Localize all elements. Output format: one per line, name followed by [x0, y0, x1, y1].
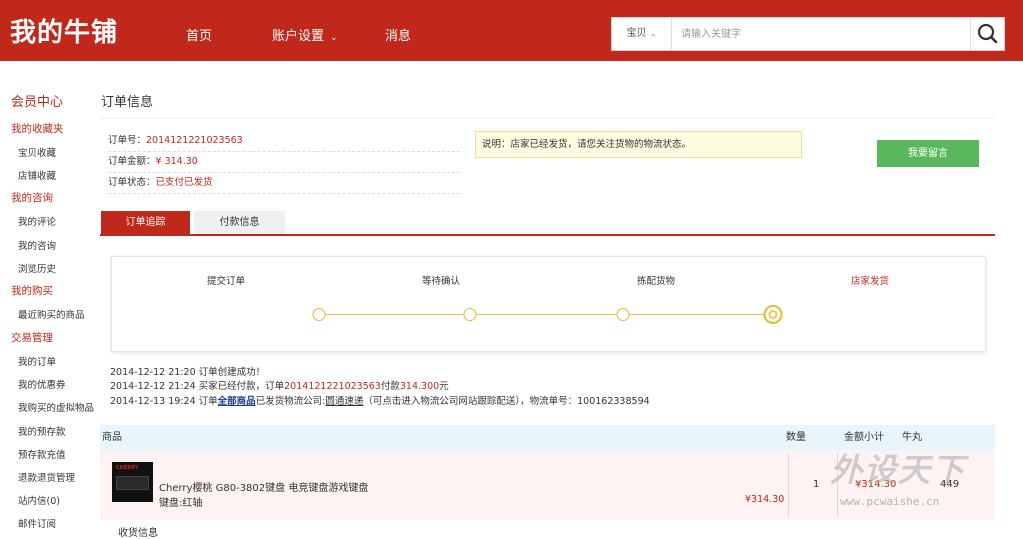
tracking-log-shipped: 2014-12-13 19:24 订单全部商品已发货物流公司:圆通速递（可点击进… — [110, 393, 650, 407]
chevron-down-icon: ⌄ — [649, 29, 657, 38]
nav-account-settings[interactable]: 账户设置 ⌄ — [272, 25, 338, 44]
nav-messages[interactable]: 消息 — [385, 25, 411, 44]
sidebar-item-shop-favorites[interactable]: 店铺收藏 — [18, 168, 56, 182]
col-header-qty: 数量 — [786, 432, 806, 443]
sidebar-title: 会员中心 — [11, 95, 64, 110]
search-bar: 宝贝 ⌄ — [611, 17, 1005, 51]
step-label-submit: 提交订单 — [206, 276, 246, 287]
progress-line — [319, 314, 772, 315]
order-number: 2014121221023563 — [146, 135, 243, 146]
sidebar-item-email-subscription[interactable]: 邮件订阅 — [18, 516, 56, 530]
sidebar-section-trade[interactable]: 交易管理 — [11, 330, 53, 345]
col-header-niuwan: 牛丸 — [902, 432, 922, 443]
log-text: 2014-12-13 19:24 订单 — [110, 396, 218, 407]
sidebar-item-deposit-recharge[interactable]: 预存款充值 — [18, 447, 66, 461]
progress-dot-picking — [616, 308, 630, 321]
sidebar-item-my-orders[interactable]: 我的订单 — [18, 354, 56, 368]
order-amount: ¥ 314.30 — [155, 156, 198, 167]
progress-dot-shipped-current — [763, 305, 783, 324]
nav-account-label: 账户设置 — [272, 29, 325, 44]
top-header: 我的牛铺 首页 账户设置 ⌄ 消息 宝贝 ⌄ — [0, 0, 1023, 61]
log-text: 已发货物流公司: — [255, 396, 326, 407]
product-spec: 键盘:红轴 — [159, 498, 203, 509]
tracking-log-paid: 2014-12-12 21:24 买家已经付款，订单20141212210235… — [110, 378, 449, 392]
step-label-confirm: 等待确认 — [421, 276, 461, 287]
chevron-down-icon: ⌄ — [330, 33, 338, 43]
sidebar-item-my-reviews[interactable]: 我的评论 — [18, 214, 56, 228]
divider — [788, 453, 789, 517]
tab-order-tracking[interactable]: 订单追踪 — [101, 211, 190, 235]
sidebar-section-favorites[interactable]: 我的收藏夹 — [11, 121, 64, 136]
sidebar-section-inquiries[interactable]: 我的咨询 — [11, 190, 53, 205]
search-type-label: 宝贝 — [626, 28, 647, 39]
order-status: 已支付已发货 — [155, 177, 213, 188]
order-status-label: 订单状态： — [108, 177, 156, 188]
sidebar-section-purchases[interactable]: 我的购买 — [11, 283, 53, 298]
search-button[interactable] — [970, 18, 1004, 50]
nav-home[interactable]: 首页 — [186, 25, 212, 44]
leave-message-button[interactable]: 我要留言 — [877, 140, 979, 167]
divider — [837, 453, 838, 517]
order-number-label: 订单号： — [108, 135, 147, 146]
search-type-select[interactable]: 宝贝 ⌄ — [612, 18, 672, 50]
sidebar-item-recent-purchases[interactable]: 最近购买的商品 — [18, 307, 85, 321]
order-amount-row: 订单金额：¥ 314.30 — [108, 152, 460, 173]
shipping-notice: 说明：店家已经发货，请您关注货物的物流状态。 — [475, 131, 802, 158]
tab-payment-info[interactable]: 付款信息 — [194, 211, 285, 235]
order-progress-tracker: 提交订单 等待确认 拣配货物 店家发货 — [111, 256, 986, 352]
site-logo[interactable]: 我的牛铺 — [10, 12, 118, 49]
log-text: 付款 — [380, 381, 400, 392]
search-input[interactable] — [673, 18, 969, 50]
sidebar-item-refunds[interactable]: 退款退货管理 — [18, 470, 75, 484]
col-header-product: 商品 — [102, 432, 122, 443]
log-amount: 314.300 — [399, 381, 440, 392]
logistics-company-link[interactable]: 圆通速递 — [325, 396, 363, 407]
order-amount-label: 订单金额： — [108, 156, 156, 167]
log-order-number: 2014121221023563 — [284, 381, 381, 392]
sidebar-item-my-coupons[interactable]: 我的优惠券 — [18, 377, 66, 391]
page-title: 订单信息 — [101, 95, 154, 110]
product-price: ¥314.30 — [745, 494, 785, 505]
divider — [100, 118, 995, 119]
search-icon — [977, 23, 998, 44]
sidebar-item-browse-history[interactable]: 浏览历史 — [18, 261, 56, 275]
receiving-info-label: 收货信息 — [118, 528, 158, 539]
progress-dot-confirm — [463, 308, 477, 321]
product-niuwan: 449 — [940, 479, 960, 490]
tracking-log-created: 2014-12-12 21:20 订单创建成功！ — [110, 367, 266, 378]
sidebar-item-deposits[interactable]: 我的预存款 — [18, 424, 66, 438]
order-number-row: 订单号：2014121221023563 — [108, 131, 460, 152]
tabs-underline — [100, 234, 995, 236]
sidebar-item-virtual-items[interactable]: 我购买的虚拟物品 — [18, 400, 94, 414]
product-subtotal: ¥314.30 — [855, 479, 897, 490]
step-label-shipped: 店家发货 — [850, 276, 890, 287]
product-name-link[interactable]: Cherry樱桃 G80-3802键盘 电竞键盘游戏键盘 — [159, 479, 368, 494]
progress-dot-submit — [312, 308, 326, 321]
product-qty: 1 — [813, 479, 820, 490]
sidebar-item-my-inquiries[interactable]: 我的咨询 — [18, 238, 56, 252]
col-header-subtotal: 金额小计 — [844, 432, 884, 443]
all-products-link[interactable]: 全部商品 — [218, 396, 256, 407]
log-text: （可点击进入物流公司网站跟踪配送），物流单号：100162338594 — [363, 396, 650, 407]
keyboard-image — [116, 476, 149, 490]
step-label-picking: 拣配货物 — [636, 276, 676, 287]
sidebar-item-inbox[interactable]: 站内信(0) — [18, 493, 60, 507]
product-image[interactable]: CHERRY — [112, 462, 153, 502]
order-status-row: 订单状态：已支付已发货 — [108, 173, 460, 194]
product-table-header: 商品 数量 金额小计 牛丸 — [100, 425, 995, 450]
sidebar-item-item-favorites[interactable]: 宝贝收藏 — [18, 145, 56, 159]
log-text: 元 — [439, 381, 449, 392]
product-image-brand: CHERRY — [116, 465, 139, 471]
log-text: 2014-12-12 21:24 买家已经付款，订单 — [110, 381, 285, 392]
